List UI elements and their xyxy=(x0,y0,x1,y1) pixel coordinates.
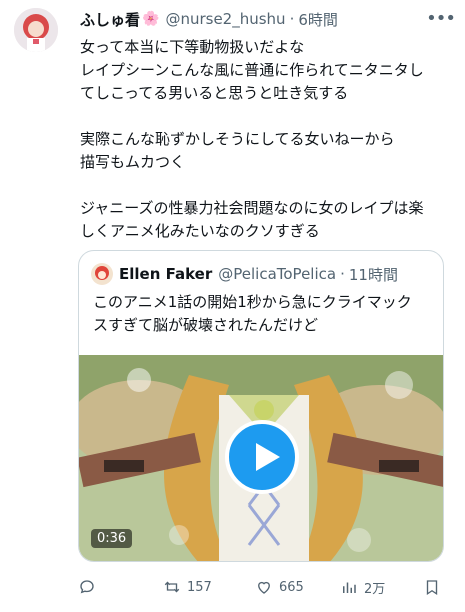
video-thumbnail[interactable]: 0:36 xyxy=(79,355,443,561)
reply-icon xyxy=(80,580,94,594)
views-count: 2万 xyxy=(364,581,386,597)
tweet-text: 女って本当に下等動物扱いだよな レイプシーンこんな風に普通に作られてニタニタし … xyxy=(80,38,424,240)
author-handle[interactable]: @nurse2_hushu xyxy=(165,10,285,28)
views-chart-icon xyxy=(343,582,356,593)
quoted-tweet[interactable]: Ellen Faker @PelicaToPelica · 11時間 このアニメ… xyxy=(78,250,444,562)
tweet-time[interactable]: 6時間 xyxy=(298,9,338,30)
more-options-icon[interactable]: ••• xyxy=(426,8,456,29)
retweet-icon xyxy=(164,581,180,593)
retweet-button[interactable]: 157 xyxy=(163,576,212,598)
heart-icon xyxy=(258,581,270,594)
quote-author-avatar xyxy=(91,263,113,285)
flower-icon: 🌸 xyxy=(142,11,160,27)
bookmark-icon xyxy=(426,580,438,596)
quote-text: このアニメ1話の開始1秒から急にクライマック スすぎて脳が破壊されたんだけど xyxy=(93,293,412,334)
quote-time[interactable]: 11時間 xyxy=(349,264,398,285)
play-button-icon[interactable] xyxy=(225,420,299,494)
tweet-actions: 157 665 2万 xyxy=(78,576,448,598)
bookmark-button[interactable] xyxy=(423,576,441,598)
reply-button[interactable] xyxy=(78,576,102,598)
separator-dot: · xyxy=(289,10,295,28)
author-name[interactable]: ふしゅ看 xyxy=(80,9,140,30)
quote-header: Ellen Faker @PelicaToPelica · 11時間 xyxy=(91,263,433,285)
video-duration: 0:36 xyxy=(91,529,133,548)
like-count: 665 xyxy=(279,579,304,595)
like-button[interactable]: 665 xyxy=(255,576,304,598)
quote-author-handle[interactable]: @PelicaToPelica xyxy=(218,265,336,283)
retweet-count: 157 xyxy=(187,579,212,595)
quote-author-name[interactable]: Ellen Faker xyxy=(119,265,212,283)
views-button[interactable]: 2万 xyxy=(340,576,385,598)
quote-separator-dot: · xyxy=(340,265,345,283)
author-avatar[interactable] xyxy=(14,8,58,52)
tweet-header: ふしゅ看 🌸 @nurse2_hushu · 6時間 xyxy=(80,8,455,30)
